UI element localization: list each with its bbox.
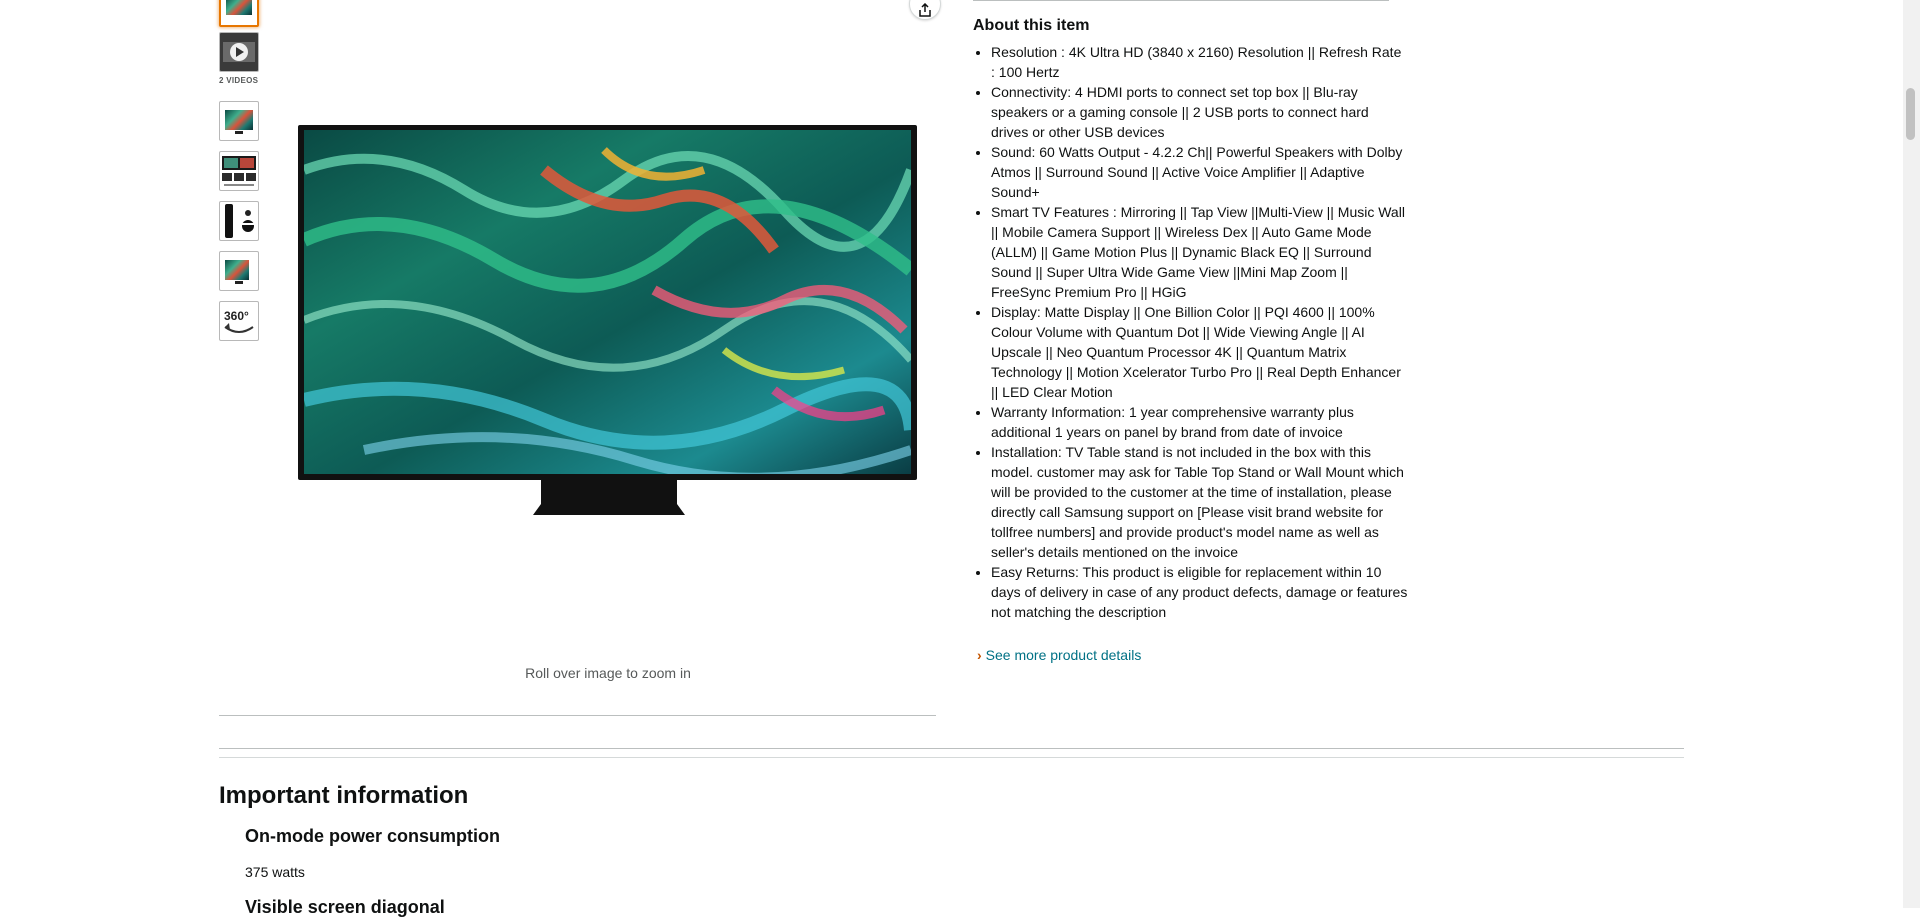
tv-front-thumbnail-image xyxy=(225,110,253,130)
thumbnail-remote[interactable] xyxy=(219,201,259,241)
play-icon xyxy=(223,42,255,62)
main-product-image[interactable] xyxy=(304,130,911,474)
feature-bullet: Connectivity: 4 HDMI ports to connect se… xyxy=(991,82,1409,142)
scrollbar-thumb[interactable] xyxy=(1906,88,1915,140)
thumbnail-tv-front-2[interactable] xyxy=(219,101,259,141)
tv-front-thumbnail-image xyxy=(226,0,252,15)
feature-bullet: Resolution : 4K Ultra HD (3840 x 2160) R… xyxy=(991,42,1409,82)
share-button[interactable] xyxy=(909,0,941,20)
feature-bullet: Smart TV Features : Mirroring || Tap Vie… xyxy=(991,202,1409,302)
feature-bullets: Resolution : 4K Ultra HD (3840 x 2160) R… xyxy=(973,42,1409,622)
feature-bullet: Installation: TV Table stand is not incl… xyxy=(991,442,1409,562)
about-title: About this item xyxy=(973,17,1090,34)
share-icon xyxy=(919,3,931,17)
divider-important-top xyxy=(219,748,1684,749)
tv-soundbar-thumbnail-image xyxy=(225,260,249,280)
zoom-hint: Roll over image to zoom in xyxy=(525,665,691,681)
tv-stand-mini xyxy=(235,281,243,284)
tv-screen-art xyxy=(304,130,911,474)
thumbnail-360-view[interactable]: 360° xyxy=(219,301,259,341)
see-more-label: See more product details xyxy=(985,647,1142,663)
divider-image-bottom xyxy=(219,715,936,716)
power-consumption-value: 375 watts xyxy=(245,864,305,880)
feature-bullet: Sound: 60 Watts Output - 4.2.2 Ch|| Powe… xyxy=(991,142,1409,202)
thumbnail-video[interactable] xyxy=(219,32,259,72)
thumbnail-tv-front[interactable] xyxy=(219,0,259,27)
power-consumption-title: On-mode power consumption xyxy=(245,826,500,846)
videos-count-label: 2 VIDEOS xyxy=(219,76,259,85)
thumbnail-tv-features[interactable] xyxy=(219,151,259,191)
divider-important-top-2 xyxy=(219,757,1684,758)
tv-stand xyxy=(533,480,685,515)
thumbnail-tv-soundbar[interactable] xyxy=(219,251,259,291)
rotate-arrow-icon xyxy=(224,323,254,333)
divider-about-top xyxy=(973,0,1389,1)
remote-thumbnail-image xyxy=(225,204,255,238)
tv-stand-mini xyxy=(235,131,243,134)
see-more-details-link[interactable]: › See more product details xyxy=(977,647,1141,663)
chevron-right-icon: › xyxy=(977,647,982,663)
feature-bullet: Easy Returns: This product is eligible f… xyxy=(991,562,1409,622)
tv-features-thumbnail-image xyxy=(222,156,256,186)
feature-bullet: Display: Matte Display || One Billion Co… xyxy=(991,302,1409,402)
important-info-title: Important information xyxy=(219,782,469,809)
feature-bullet: Warranty Information: 1 year comprehensi… xyxy=(991,402,1409,442)
